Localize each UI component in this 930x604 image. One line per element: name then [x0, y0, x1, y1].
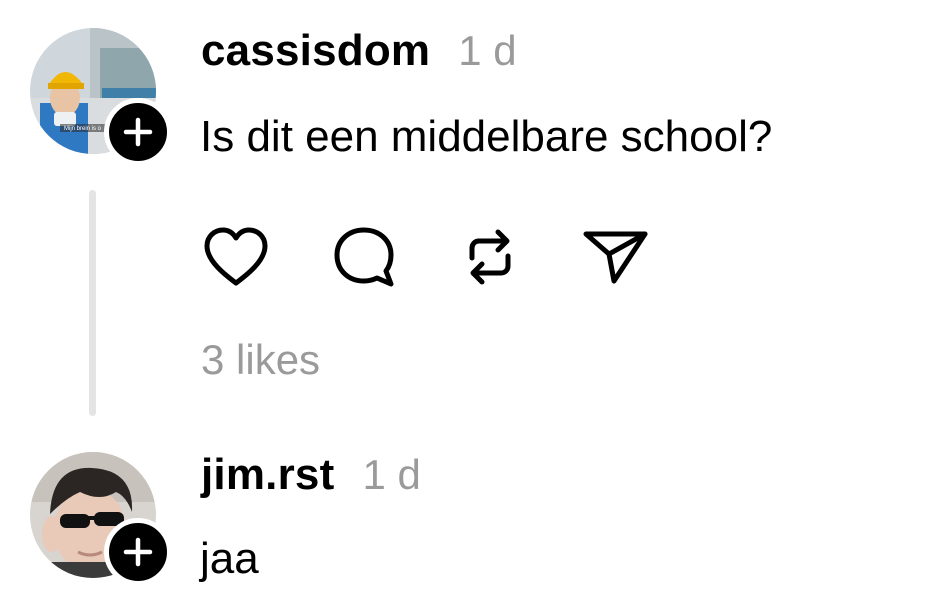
heart-icon — [204, 227, 268, 286]
comment-item: Mijn brein is o cassisdom 1 d Is dit een… — [0, 0, 930, 420]
likes-count[interactable]: 3 likes — [201, 336, 320, 384]
avatar-container[interactable]: Mijn brein is o — [30, 28, 172, 166]
repost-icon — [469, 229, 511, 285]
comment-text: Is dit een middelbare school? — [200, 112, 773, 161]
plus-icon — [123, 117, 153, 147]
repost-button[interactable] — [454, 222, 526, 292]
avatar-container[interactable] — [30, 452, 172, 586]
comment-header: jim.rst 1 d — [201, 450, 421, 500]
username[interactable]: jim.rst — [201, 450, 334, 500]
thread-line — [89, 190, 96, 416]
comment-bubble-icon — [334, 227, 394, 287]
timestamp[interactable]: 1 d — [362, 451, 420, 499]
follow-plus-button[interactable] — [104, 518, 172, 586]
reply-button[interactable] — [328, 222, 400, 292]
comment-item: jim.rst 1 d jaa — [0, 420, 930, 604]
plus-icon — [123, 537, 153, 567]
follow-plus-button[interactable] — [104, 98, 172, 166]
send-icon — [583, 231, 648, 284]
like-button[interactable] — [200, 222, 272, 292]
username[interactable]: cassisdom — [201, 26, 430, 76]
share-button[interactable] — [580, 222, 652, 292]
avatar-caption: Mijn brein is o — [64, 126, 102, 132]
timestamp[interactable]: 1 d — [458, 27, 516, 75]
comment-header: cassisdom 1 d — [201, 26, 517, 76]
comment-text: jaa — [200, 534, 259, 583]
